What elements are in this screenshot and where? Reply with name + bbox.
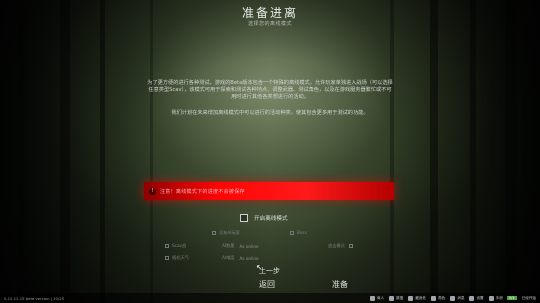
offline-warning-bar: ! 注意！离线模式下的进度不会被保存 — [144, 182, 394, 200]
character-icon — [431, 295, 437, 301]
back-button[interactable]: 返回 — [259, 279, 275, 290]
offline-mode-checkbox[interactable] — [240, 214, 248, 222]
page-title: 准备进离 — [241, 6, 298, 20]
taskbar-item-messages[interactable]: 消息 — [450, 295, 465, 301]
taskbar-item-flea[interactable]: 跳蚤 — [389, 295, 404, 301]
taskbar-item-handbook[interactable]: 手册 — [488, 295, 503, 301]
enable-bosses-checkbox[interactable] — [290, 230, 294, 235]
status-badge: 0/1 — [506, 296, 517, 300]
scav-war-checkbox[interactable] — [165, 244, 169, 248]
hideout-icon — [408, 295, 414, 301]
no-ai-checkbox[interactable] — [212, 231, 216, 235]
no-ai-option[interactable]: 没有AI玩家 — [212, 230, 240, 236]
enable-bosses-label: Boss — [297, 230, 307, 235]
description-paragraph-2: 我们计划在未来增加离线模式中可以进行的活动种类，使其包含更多用于测试的功能。 — [171, 110, 369, 116]
flea-icon — [389, 295, 395, 301]
scav-war-option[interactable]: Scav战 — [165, 243, 186, 249]
scav-war-label: Scav战 — [172, 243, 187, 248]
page-subtitle: 选择您的离线模式 — [247, 21, 292, 27]
taskbar-item-trader[interactable]: 商人 — [369, 295, 385, 301]
taskbar-item-character[interactable]: 角色 — [431, 295, 446, 301]
description-paragraph-1: 为了更方便的进行各种测试，游戏的Beta版本包含一个特殊的离线模式，允许玩家单独… — [147, 80, 393, 100]
random-weather-checkbox[interactable] — [165, 256, 169, 260]
ai-amount-select[interactable]: AI数量 As online — [222, 243, 259, 249]
tagged-option[interactable]: 追击模式 — [328, 243, 353, 249]
ready-button[interactable]: 准备 — [332, 279, 348, 290]
offline-mode-label: 开启离线模式 — [254, 216, 288, 222]
enable-bosses-option[interactable]: Boss — [290, 230, 307, 235]
random-weather-option[interactable]: 随机天气 — [165, 255, 189, 261]
ai-difficulty-value[interactable]: As online — [239, 256, 258, 261]
warning-text: 注意！离线模式下的进度不会被保存 — [160, 188, 245, 195]
vignette-overlay — [0, 0, 540, 303]
taskbar-label: 商人 — [376, 295, 385, 300]
taskbar-label: 消息 — [457, 295, 465, 300]
clock-text: 已经开始 — [521, 295, 536, 300]
warning-icon: ! — [149, 187, 156, 195]
taskbar-label: 跳蚤 — [396, 295, 404, 300]
cursor-icon: ↖ — [256, 263, 263, 272]
random-weather-label: 随机天气 — [172, 255, 189, 260]
settings-icon — [469, 295, 475, 301]
ai-amount-value[interactable]: As online — [239, 244, 258, 249]
ai-amount-label: AI数量 — [222, 243, 235, 248]
taskbar-label: 角色 — [438, 295, 446, 300]
tagged-label: 追击模式 — [328, 243, 345, 248]
taskbar-label: 手册 — [495, 295, 503, 300]
taskbar-item-settings[interactable]: 设置 — [469, 295, 484, 301]
handbook-icon — [488, 295, 494, 301]
messages-icon — [450, 295, 456, 301]
offline-mode-toggle[interactable]: 开启离线模式 — [240, 214, 288, 222]
taskbar-label: 藏身处 — [415, 295, 427, 300]
trader-icon — [369, 295, 375, 301]
tagged-checkbox[interactable] — [348, 244, 353, 248]
no-ai-label: 没有AI玩家 — [219, 230, 240, 235]
ai-difficulty-select[interactable]: AI难度 As online — [222, 255, 259, 261]
taskbar-label: 设置 — [476, 295, 484, 300]
ai-difficulty-label: AI难度 — [222, 255, 235, 260]
bottom-menu: 商人 跳蚤 藏身处 角色 消息 设置 手册 0/1 已经开始 — [365, 293, 536, 303]
bottom-status-bar: 0.12.12.15 beta version | 10/25 商人 跳蚤 藏身… — [0, 293, 540, 303]
version-text: 0.12.12.15 beta version | 10/25 — [4, 295, 65, 301]
previous-step-button[interactable]: ↖ 上一步 — [256, 263, 280, 276]
taskbar-item-hideout[interactable]: 藏身处 — [408, 295, 427, 301]
